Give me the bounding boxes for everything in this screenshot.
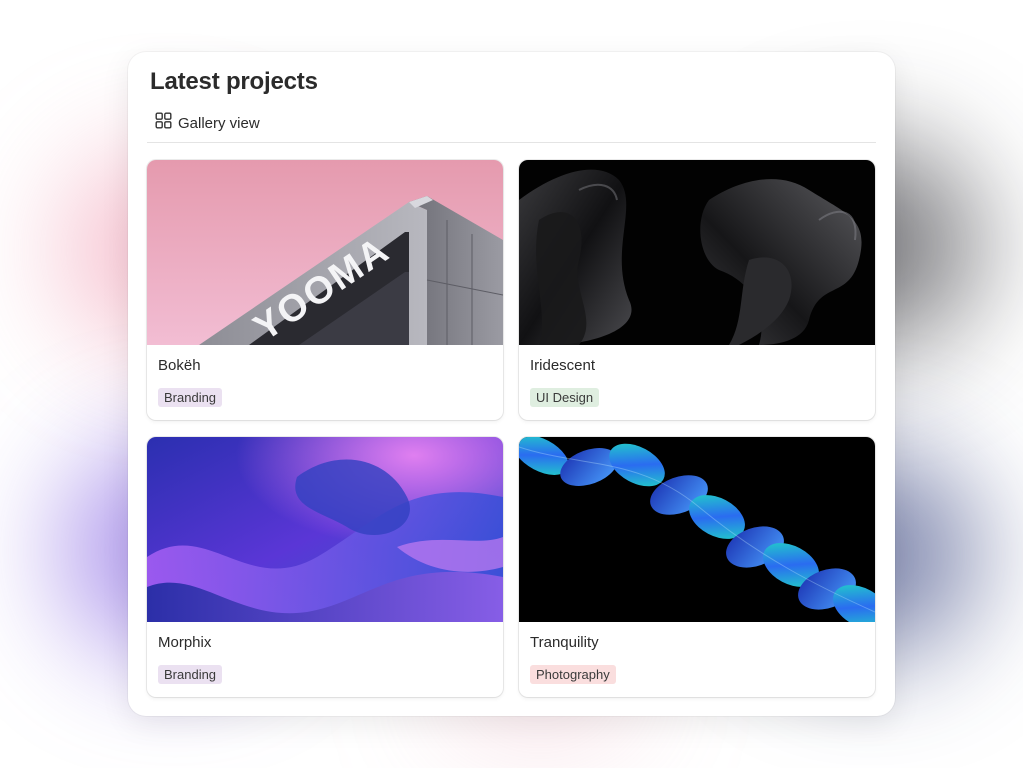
blue-helix-image — [519, 437, 875, 622]
category-tag: Photography — [530, 665, 616, 684]
purple-waves-image — [147, 437, 503, 622]
project-card-morphix[interactable]: Morphix Branding — [147, 437, 503, 697]
category-tag: Branding — [158, 665, 223, 684]
gallery-view-label: Gallery view — [178, 114, 260, 132]
project-card-bokeh[interactable]: YOOMA Bokëh Branding — [147, 160, 503, 420]
black-abstract-image — [519, 160, 875, 345]
project-card-tranquility[interactable]: Tranquility Photography — [519, 437, 875, 697]
divider — [147, 142, 876, 143]
page-title: Latest projects — [150, 68, 318, 95]
project-title: Iridescent — [530, 357, 596, 374]
project-title: Morphix — [158, 634, 212, 651]
project-title: Tranquility — [530, 634, 599, 651]
category-tag: Branding — [158, 388, 223, 407]
grid-icon — [155, 112, 172, 134]
project-title: Bokëh — [158, 357, 201, 374]
category-tag: UI Design — [530, 388, 600, 407]
gallery-view-tab[interactable]: Gallery view — [155, 112, 260, 134]
projects-panel: Latest projects Gallery view YOOMA Bokëh… — [128, 52, 895, 716]
project-card-iridescent[interactable]: Iridescent UI Design — [519, 160, 875, 420]
pink-building-image: YOOMA — [147, 160, 503, 345]
page-background: Latest projects Gallery view YOOMA Bokëh… — [0, 0, 1023, 768]
